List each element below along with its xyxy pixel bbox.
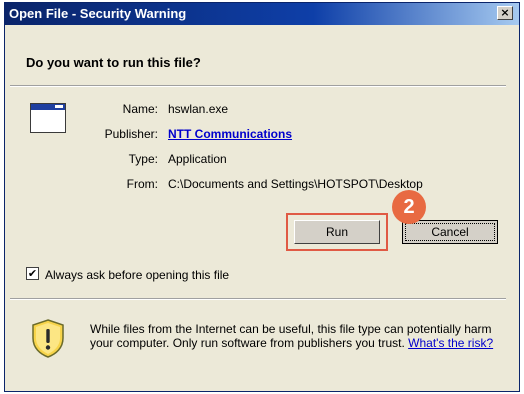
window-title: Open File - Security Warning — [9, 6, 187, 21]
publisher-label: Publisher: — [104, 127, 158, 141]
name-label: Name: — [122, 102, 158, 116]
always-ask-checkbox[interactable]: ✔ — [26, 267, 39, 280]
close-icon: × — [500, 6, 510, 19]
publisher-link[interactable]: NTT Communications — [168, 127, 292, 141]
step-badge: 2 — [392, 190, 426, 224]
checkmark-icon: ✔ — [27, 267, 38, 280]
warning-message: While files from the Internet can be use… — [90, 322, 500, 350]
title-bar[interactable]: Open File - Security Warning × — [5, 3, 519, 25]
name-value: hswlan.exe — [168, 102, 229, 116]
type-value: Application — [168, 152, 227, 166]
application-file-icon — [30, 103, 66, 133]
from-value: C:\Documents and Settings\HOTSPOT\Deskto… — [168, 177, 423, 191]
close-button[interactable]: × — [497, 6, 513, 20]
shield-warning-icon — [32, 319, 64, 358]
cancel-button[interactable]: Cancel — [402, 220, 498, 244]
divider-top — [10, 85, 506, 87]
type-label: Type: — [128, 152, 158, 166]
whats-the-risk-link[interactable]: What's the risk? — [408, 336, 493, 350]
divider-bottom — [10, 298, 506, 300]
from-label: From: — [126, 177, 158, 191]
dialog-question: Do you want to run this file? — [26, 55, 201, 70]
run-button-highlight — [286, 213, 388, 251]
cancel-button-label: Cancel — [431, 225, 469, 239]
always-ask-label[interactable]: Always ask before opening this file — [45, 268, 229, 282]
